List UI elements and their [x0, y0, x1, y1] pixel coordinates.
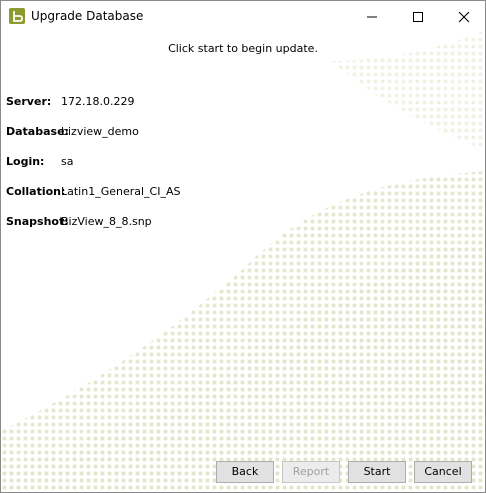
login-value: sa [61, 155, 74, 168]
server-label: Server: [6, 95, 52, 108]
back-button[interactable]: Back [216, 461, 274, 483]
window-title: Upgrade Database [31, 9, 144, 23]
start-button[interactable]: Start [348, 461, 406, 483]
database-value: bizview_demo [61, 125, 139, 138]
close-button[interactable] [441, 1, 485, 32]
minimize-button[interactable] [349, 1, 395, 32]
report-button[interactable]: Report [282, 461, 340, 483]
server-value: 172.18.0.229 [61, 95, 135, 108]
bizview-logo-icon [9, 8, 25, 24]
minimize-icon [367, 16, 377, 18]
wave-background [1, 31, 485, 492]
collation-label: Collation: [6, 185, 66, 198]
snapshot-value: BizView_8_8.snp [61, 215, 152, 228]
login-label: Login: [6, 155, 45, 168]
maximize-button[interactable] [395, 1, 441, 32]
snapshot-label: Snapshot: [6, 215, 69, 228]
title-bar: Upgrade Database [1, 1, 485, 32]
collation-value: Latin1_General_CI_AS [61, 185, 181, 198]
database-label: Database: [6, 125, 69, 138]
upgrade-database-dialog: Upgrade Database Click start to begin up… [0, 0, 486, 493]
instruction-text: Click start to begin update. [168, 42, 318, 55]
maximize-icon [413, 12, 423, 22]
close-icon [458, 11, 470, 23]
cancel-button[interactable]: Cancel [414, 461, 472, 483]
